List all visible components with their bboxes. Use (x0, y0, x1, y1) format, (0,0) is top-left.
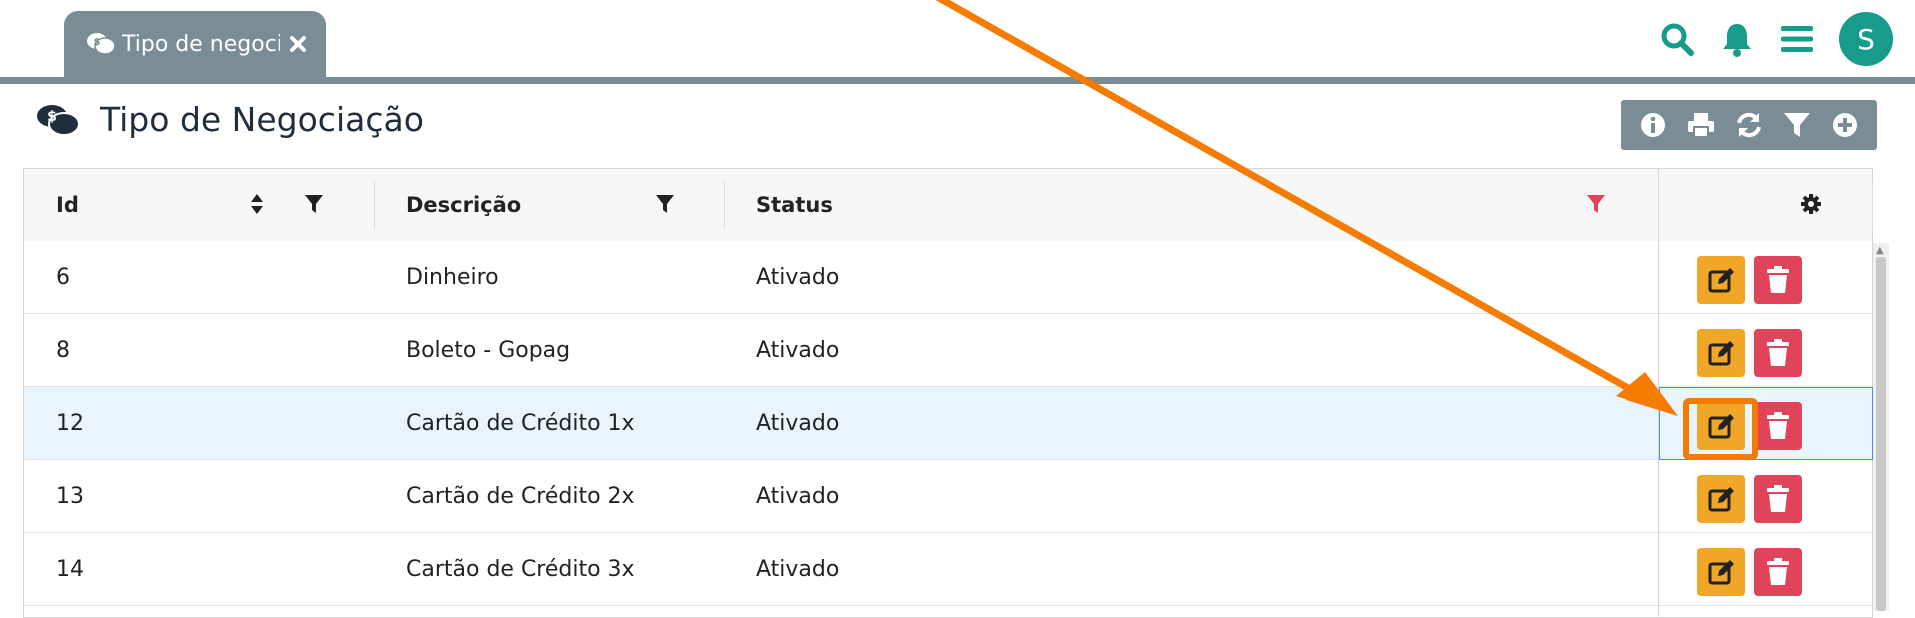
scrollbar-thumb[interactable] (1876, 257, 1886, 611)
menu-button[interactable] (1777, 19, 1817, 59)
trash-icon (1767, 266, 1789, 293)
tab-underline (0, 77, 1915, 84)
column-divider (374, 181, 375, 229)
top-bar: $ Tipo de negocia S (0, 0, 1915, 80)
column-divider (724, 181, 725, 229)
trash-icon (1767, 339, 1789, 366)
filter-icon[interactable] (655, 194, 675, 214)
avatar[interactable]: S (1839, 12, 1893, 66)
actions-column (1658, 169, 1873, 617)
delete-button[interactable] (1754, 548, 1802, 596)
add-button[interactable] (1828, 108, 1862, 142)
row-actions (1659, 533, 1873, 606)
refresh-button[interactable] (1732, 108, 1766, 142)
delete-button[interactable] (1754, 329, 1802, 377)
sort-icon[interactable] (250, 193, 264, 215)
table-row[interactable]: 6 Dinheiro Ativado (24, 241, 1872, 314)
row-actions (1659, 460, 1873, 533)
hamburger-icon (1781, 26, 1813, 52)
edit-button[interactable] (1697, 548, 1745, 596)
row-actions (1659, 241, 1873, 314)
delete-button[interactable] (1754, 475, 1802, 523)
table-row[interactable]: 14 Cartão de Crédito 3x Ativado (24, 533, 1872, 606)
plus-circle-icon (1833, 113, 1857, 137)
cell-id: 6 (56, 265, 70, 290)
delete-button[interactable] (1754, 402, 1802, 450)
svg-text:$: $ (47, 109, 57, 125)
money-chat-icon: $ (37, 105, 80, 136)
edit-button[interactable] (1697, 256, 1745, 304)
edit-button[interactable] (1697, 329, 1745, 377)
cell-descricao: Cartão de Crédito 1x (406, 411, 635, 436)
trash-icon (1767, 558, 1789, 585)
cell-id: 8 (56, 338, 70, 363)
edit-icon (1708, 341, 1734, 366)
search-icon (1661, 23, 1694, 56)
page-title: Tipo de Negociação (100, 100, 424, 139)
column-header-descricao[interactable]: Descrição (406, 169, 521, 241)
info-icon (1641, 113, 1665, 137)
cell-id: 12 (56, 411, 84, 436)
cell-status: Ativado (756, 411, 840, 436)
column-header-status[interactable]: Status (756, 169, 833, 241)
top-icons: S (1637, 12, 1893, 66)
notifications-button[interactable] (1717, 19, 1757, 59)
avatar-initial: S (1857, 22, 1875, 56)
svg-text:$: $ (94, 37, 101, 48)
column-header-id[interactable]: Id (56, 169, 79, 241)
vertical-scrollbar[interactable]: ▲ (1873, 243, 1889, 611)
table-row-selected[interactable]: 12 Cartão de Crédito 1x Ativado (24, 387, 1872, 460)
cell-descricao: Dinheiro (406, 265, 499, 290)
data-grid: Id Descrição Status 6 Dinheiro Ativado 8… (23, 168, 1873, 618)
print-button[interactable] (1684, 108, 1718, 142)
cell-descricao: Boleto - Gopag (406, 338, 571, 363)
cell-status: Ativado (756, 484, 840, 509)
cell-id: 14 (56, 557, 84, 582)
row-actions (1659, 314, 1873, 387)
filter-icon (1784, 113, 1810, 137)
close-icon[interactable] (288, 34, 308, 54)
edit-icon (1708, 487, 1734, 512)
bell-icon (1723, 24, 1751, 57)
cell-descricao: Cartão de Crédito 3x (406, 557, 635, 582)
grid-toolbar (1621, 100, 1877, 150)
info-button[interactable] (1636, 108, 1670, 142)
cell-status: Ativado (756, 338, 840, 363)
refresh-icon (1737, 112, 1761, 138)
edit-icon (1708, 560, 1734, 585)
filter-active-icon[interactable] (1586, 194, 1606, 214)
money-chat-icon: $ (87, 33, 116, 55)
search-button[interactable] (1657, 19, 1697, 59)
edit-button[interactable] (1697, 475, 1745, 523)
cell-id: 13 (56, 484, 84, 509)
print-icon (1688, 113, 1714, 138)
trash-icon (1767, 485, 1789, 512)
delete-button[interactable] (1754, 256, 1802, 304)
grid-header: Id Descrição Status (24, 169, 1873, 242)
cell-status: Ativado (756, 557, 840, 582)
cell-descricao: Cartão de Crédito 2x (406, 484, 635, 509)
filter-button[interactable] (1780, 108, 1814, 142)
filter-icon[interactable] (304, 194, 324, 214)
annotation-highlight-box (1683, 398, 1758, 460)
edit-icon (1708, 268, 1734, 293)
table-row[interactable]: 13 Cartão de Crédito 2x Ativado (24, 460, 1872, 533)
cell-status: Ativado (756, 265, 840, 290)
tab-label: Tipo de negocia (122, 31, 280, 57)
trash-icon (1767, 412, 1789, 439)
tab-tipo-de-negociacao[interactable]: $ Tipo de negocia (64, 11, 326, 77)
scroll-up-icon[interactable]: ▲ (1876, 245, 1884, 256)
table-row[interactable]: 8 Boleto - Gopag Ativado (24, 314, 1872, 387)
